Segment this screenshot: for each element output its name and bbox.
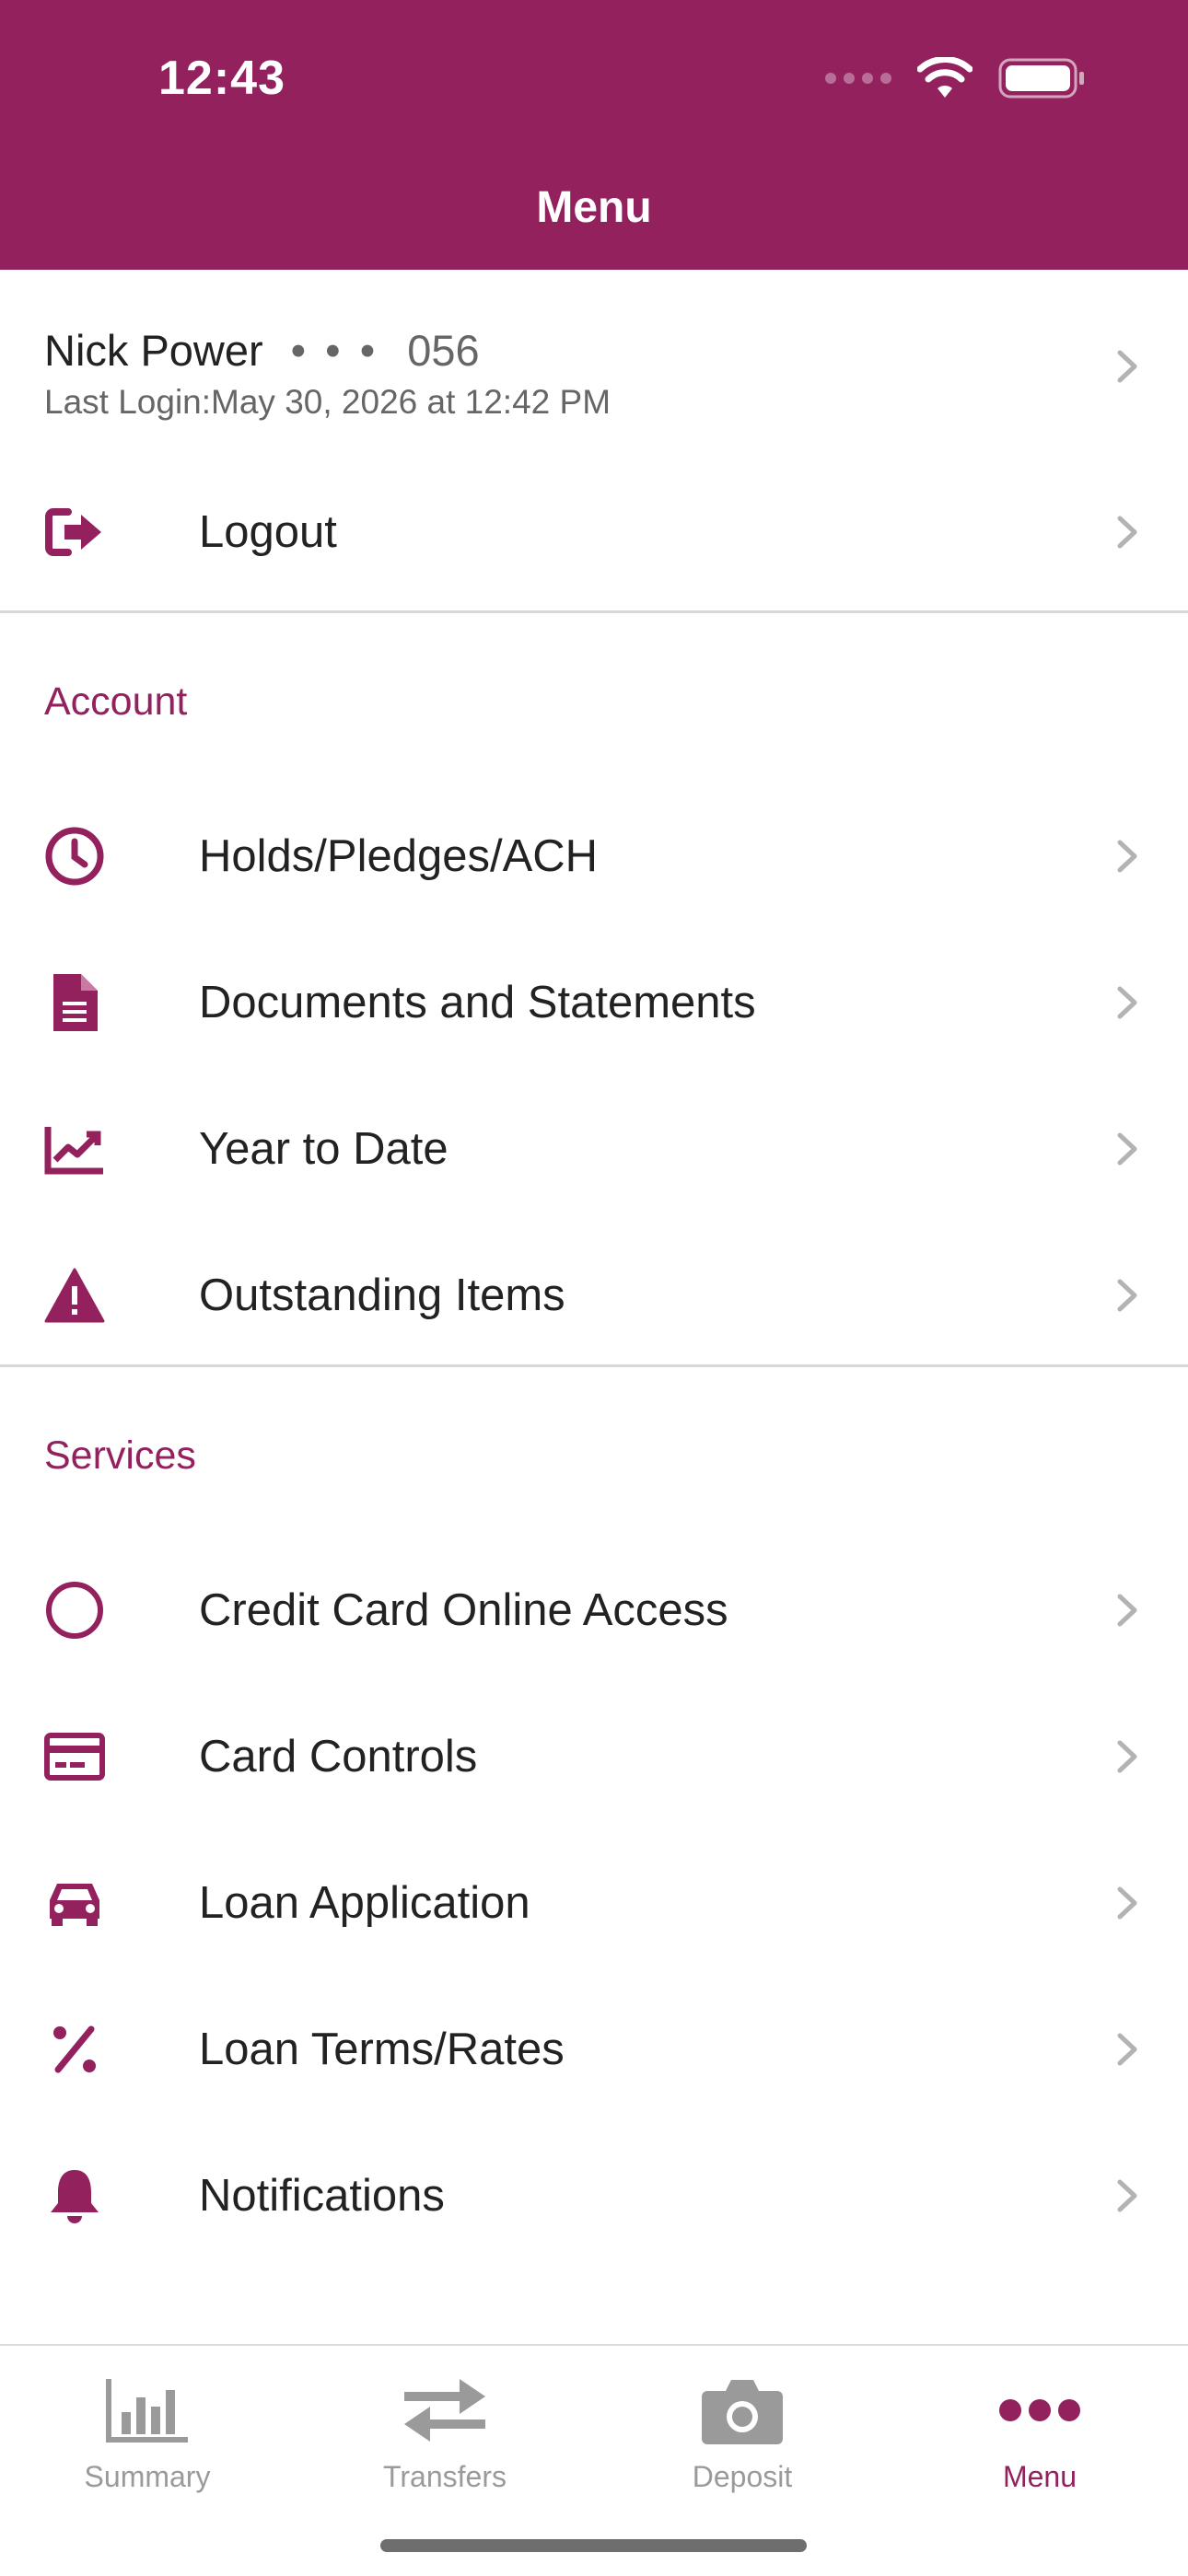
car-icon [44,1873,105,1933]
chevron-right-icon [1117,1279,1137,1311]
status-icons [825,57,1087,99]
document-icon [44,972,105,1033]
circle-icon [44,1580,105,1641]
menu-item-holds[interactable]: Holds/Pledges/ACH [0,783,1188,929]
account-suffix: 056 [407,326,480,375]
app-header: 12:43 Menu [0,0,1188,270]
logout-label: Logout [199,507,337,557]
profile-name: Nick Power [44,326,263,375]
percent-icon [44,2019,105,2080]
menu-item-label: Credit Card Online Access [199,1584,728,1635]
bell-icon [44,2165,105,2226]
chevron-right-icon [1117,1886,1137,1919]
menu-item-label: Outstanding Items [199,1270,565,1320]
chevron-right-icon [1117,350,1137,383]
menu-item-label: Card Controls [199,1731,478,1781]
tab-transfers[interactable]: Transfers [334,2373,555,2494]
more-dots-icon [929,2373,1150,2447]
menu-item-label: Notifications [199,2170,445,2221]
menu-item-loan-application[interactable]: Loan Application [0,1829,1188,1976]
page-title: Menu [536,183,652,232]
bar-chart-icon [37,2373,258,2447]
home-indicator[interactable] [380,2539,807,2552]
menu-item-outstanding[interactable]: Outstanding Items [0,1222,1188,1368]
tab-summary[interactable]: Summary [37,2373,258,2494]
account-mask: • • • [290,326,379,375]
menu-item-label: Loan Terms/Rates [199,2024,565,2074]
warning-icon [44,1265,105,1326]
chevron-right-icon [1117,2179,1137,2211]
tab-label: Summary [84,2460,211,2493]
menu-item-credit-card-access[interactable]: Credit Card Online Access [0,1537,1188,1683]
tab-label: Menu [1002,2460,1077,2493]
menu-item-label: Holds/Pledges/ACH [199,830,599,881]
chart-line-icon [44,1119,105,1179]
menu-item-year-to-date[interactable]: Year to Date [0,1075,1188,1222]
chevron-right-icon [1117,2033,1137,2065]
menu-item-card-controls[interactable]: Card Controls [0,1683,1188,1829]
services-section-title: Services [44,1433,196,1478]
credit-card-icon [44,1726,105,1787]
chevron-right-icon [1117,986,1137,1018]
menu-item-label: Loan Application [199,1877,530,1928]
wifi-icon [917,57,973,98]
chevron-right-icon [1117,1594,1137,1626]
menu-item-label: Year to Date [199,1123,448,1174]
account-section-title: Account [44,679,188,724]
menu-item-documents[interactable]: Documents and Statements [0,929,1188,1075]
signal-icon [825,73,891,84]
menu-item-loan-terms[interactable]: Loan Terms/Rates [0,1976,1188,2122]
tab-menu[interactable]: Menu [929,2373,1150,2494]
logout-row[interactable]: Logout [0,454,1188,610]
status-time: 12:43 [158,52,285,105]
transfer-arrows-icon [334,2373,555,2447]
chevron-right-icon [1117,1132,1137,1165]
menu-item-label: Documents and Statements [199,977,756,1027]
tab-label: Deposit [692,2460,793,2493]
camera-icon [632,2373,853,2447]
logout-icon [44,502,105,563]
tab-deposit[interactable]: Deposit [632,2373,853,2494]
chevron-right-icon [1117,840,1137,872]
last-login: Last Login:May 30, 2026 at 12:42 PM [44,383,611,421]
menu-content: Nick Power • • • 056 Last Login:May 30, 2… [0,270,1188,2269]
chevron-right-icon [1117,516,1137,549]
tab-label: Transfers [383,2460,507,2493]
chevron-right-icon [1117,1740,1137,1772]
services-section-header: Services [0,1367,1188,1537]
profile-name-line: Nick Power • • • 056 [44,325,480,376]
account-section-header: Account [0,613,1188,783]
battery-icon [998,58,1084,99]
clock-icon [44,826,105,887]
menu-item-notifications[interactable]: Notifications [0,2122,1188,2269]
profile-row[interactable]: Nick Power • • • 056 Last Login:May 30, 2… [0,270,1188,454]
